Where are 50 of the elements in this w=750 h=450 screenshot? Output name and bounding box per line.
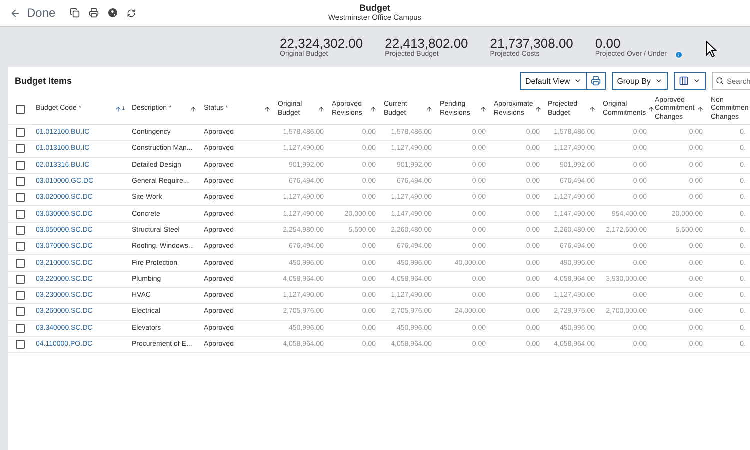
columns-icon [679,76,689,86]
row-checkbox[interactable] [16,324,24,333]
row-checkbox[interactable] [16,307,24,316]
back-arrow-icon [10,8,21,18]
summary-value: 0.00 [595,36,622,50]
sort-arrow-icon[interactable] [190,106,197,113]
sort-index: 1 [122,106,125,112]
sort-arrow-icon[interactable] [648,106,656,113]
info-icon[interactable] [675,50,684,58]
print-icon[interactable] [88,8,99,18]
print-icon [591,76,602,86]
summary-value: 22,413,802.00 [385,36,468,51]
sort-arrow-icon[interactable] [370,106,377,113]
copy-icon[interactable] [70,8,80,18]
caret-icon [693,77,701,85]
sort-arrow-icon[interactable] [480,106,487,113]
row-checkbox[interactable] [16,291,24,300]
sort-arrow-icon[interactable] [318,106,325,113]
sort-arrow-icon[interactable] [264,106,271,113]
sort-arrow-icon[interactable] [697,106,704,113]
summary-value: 22,324,302.00 [280,36,364,51]
row-checkbox[interactable] [16,193,24,202]
row-checkbox[interactable] [16,128,24,138]
mouse-pointer-icon [706,41,718,58]
sort-arrow-icon[interactable] [589,106,596,113]
columns-button[interactable] [674,72,706,90]
row-checkbox[interactable] [16,258,24,268]
sort-arrow-icon[interactable] [115,106,122,113]
print-button[interactable] [587,72,606,90]
refresh-icon[interactable] [126,8,136,18]
row-checkbox[interactable] [16,160,24,170]
panel-title: Budget Items [15,76,72,86]
view-select[interactable]: Default View [520,72,588,90]
caret-icon [655,77,663,85]
caret-icon [574,77,582,85]
group-by-select[interactable]: Group By [612,72,668,90]
row-checkbox[interactable] [16,177,24,186]
row-checkbox[interactable] [16,144,24,154]
row-checkbox[interactable] [16,210,24,219]
sort-arrow-icon[interactable] [426,106,433,113]
row-checkbox[interactable] [16,242,24,252]
summary-value: 21,737,308.00 [490,36,574,51]
sort-arrow-icon[interactable] [535,106,542,113]
row-checkbox[interactable] [16,226,24,235]
back-button[interactable]: Done [10,6,56,20]
select-all-checkbox[interactable] [16,105,24,114]
row-checkbox[interactable] [16,274,24,284]
page-title: Budget [360,3,390,13]
globe-icon[interactable] [108,8,118,18]
row-checkbox[interactable] [16,340,24,349]
